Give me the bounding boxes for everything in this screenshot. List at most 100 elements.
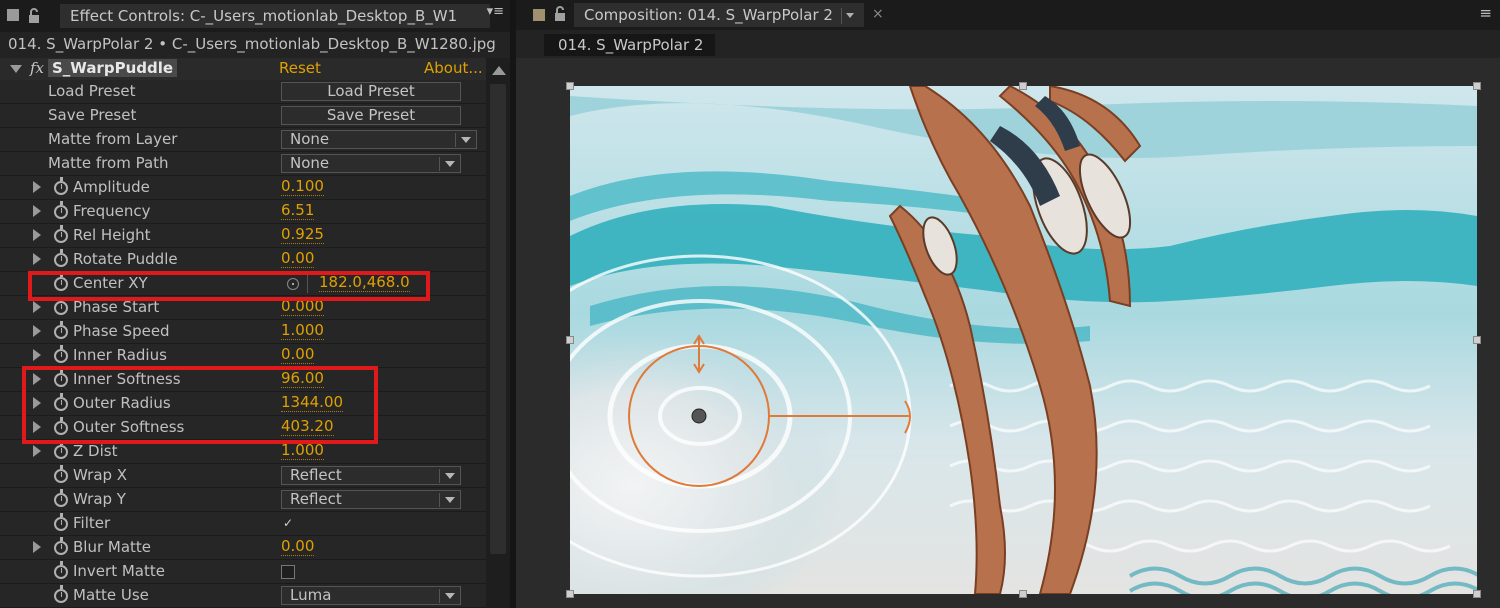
dropdown-value: None [290,154,330,172]
layer-handle-mid-right[interactable] [1473,336,1481,344]
source-layer-line: 014. S_WarpPolar 2 • C-_Users_motionlab_… [0,32,510,56]
row-frequency: Frequency 6.51 [0,200,486,224]
center-point-gizmo[interactable] [570,86,1477,594]
twirl-right-icon[interactable] [33,181,41,193]
composition-viewer[interactable] [516,58,1500,608]
stopwatch-icon[interactable] [54,297,68,315]
row-label: Wrap Y [73,490,126,508]
effect-name[interactable]: S_WarpPuddle [48,59,178,77]
twirl-right-icon[interactable] [33,349,41,361]
wrap-x-dropdown[interactable]: Reflect [281,466,461,485]
invert-matte-checkbox[interactable] [281,565,295,579]
layer-handle-bottom-left[interactable] [566,590,574,598]
matte-use-dropdown[interactable]: Luma [281,586,461,605]
twirl-down-icon[interactable] [10,65,22,73]
row-label: Frequency [73,202,151,220]
layer-handle-bottom-right[interactable] [1473,590,1481,598]
layer-handle-top-right[interactable] [1473,82,1481,90]
stopwatch-icon[interactable] [54,513,68,531]
filter-checkbox[interactable]: ✓ [281,517,295,531]
composition-icon [532,8,546,22]
layer-handle-top-center[interactable] [1019,82,1027,90]
inner-radius-value[interactable]: 0.00 [281,346,315,364]
row-matte-from-path: Matte from Path None [0,152,486,176]
layer-handle-bottom-center[interactable] [1019,590,1027,598]
row-label: Invert Matte [73,562,165,580]
panel-menu-icon[interactable]: ▾≡ [487,4,504,19]
about-link[interactable]: About... [424,59,483,77]
dropdown-value: Luma [290,586,332,604]
row-inner-radius: Inner Radius 0.00 [0,344,486,368]
matte-path-dropdown[interactable]: None [281,154,461,173]
stopwatch-icon[interactable] [54,537,68,555]
reset-link[interactable]: Reset [279,59,321,77]
twirl-right-icon[interactable] [33,541,41,553]
panel-close-icon[interactable] [6,8,20,22]
rotate-puddle-value[interactable]: 0.00 [281,250,315,268]
row-rel-height: Rel Height 0.925 [0,224,486,248]
amplitude-value[interactable]: 0.100 [281,178,324,196]
effect-header: fx S_WarpPuddle Reset About... [0,58,486,80]
fx-toggle-icon[interactable]: fx [30,59,44,77]
stopwatch-icon[interactable] [54,249,68,267]
chevron-down-icon [461,137,471,143]
lock-icon[interactable] [26,8,40,23]
twirl-right-icon[interactable] [33,325,41,337]
twirl-right-icon[interactable] [33,229,41,241]
highlight-radius-group [22,366,378,444]
chevron-down-icon [445,161,455,167]
row-label: Load Preset [48,82,136,100]
row-label: Matte from Path [48,154,169,172]
row-label: Matte from Layer [48,130,178,148]
twirl-right-icon[interactable] [33,205,41,217]
matte-layer-dropdown[interactable]: None [281,130,477,149]
panel-tab-strip: Effect Controls: C-_Users_motionlab_Desk… [0,0,510,32]
stopwatch-icon[interactable] [54,321,68,339]
row-matte-use: Matte Use Luma [0,584,486,608]
tab-effect-controls-label: Effect Controls: C-_Users_motionlab_Desk… [70,7,458,25]
row-label: Matte Use [73,586,149,604]
frequency-value[interactable]: 6.51 [281,202,315,220]
stopwatch-icon[interactable] [54,225,68,243]
wrap-y-dropdown[interactable]: Reflect [281,490,461,509]
composition-image[interactable] [570,86,1477,594]
panel-menu-icon[interactable]: ≡ [1479,4,1492,22]
chevron-down-icon[interactable] [841,8,859,24]
close-icon[interactable]: × [872,6,884,22]
phase-speed-value[interactable]: 1.000 [281,322,324,340]
layer-handle-mid-left[interactable] [566,336,574,344]
twirl-right-icon[interactable] [33,253,41,265]
row-label: Rel Height [73,226,151,244]
save-preset-button[interactable]: Save Preset [281,106,461,125]
twirl-right-icon[interactable] [33,301,41,313]
stopwatch-icon[interactable] [54,177,68,195]
lock-icon[interactable] [552,6,566,21]
dropdown-value: Reflect [290,466,342,484]
row-filter: Filter ✓ [0,512,486,536]
tab-effect-controls[interactable]: Effect Controls: C-_Users_motionlab_Desk… [60,4,490,28]
tab-composition[interactable]: Composition: 014. S_WarpPolar 2 [574,3,864,27]
layer-handle-top-left[interactable] [566,82,574,90]
z-dist-value[interactable]: 1.000 [281,442,324,460]
stopwatch-icon[interactable] [54,345,68,363]
stopwatch-icon[interactable] [54,441,68,459]
dropdown-value: None [290,130,330,148]
row-load-preset: Load Preset Load Preset [0,80,486,104]
row-label: Save Preset [48,106,137,124]
stopwatch-icon[interactable] [54,561,68,579]
load-preset-button[interactable]: Load Preset [281,82,461,101]
stopwatch-icon[interactable] [54,465,68,483]
chevron-down-icon [445,593,455,599]
blur-matte-value[interactable]: 0.00 [281,538,315,556]
twirl-right-icon[interactable] [33,445,41,457]
rel-height-value[interactable]: 0.925 [281,226,324,244]
scroll-up-icon[interactable] [492,66,506,75]
stopwatch-icon[interactable] [54,201,68,219]
row-label: Wrap X [73,466,128,484]
scrollbar[interactable] [486,58,510,608]
stopwatch-icon[interactable] [54,585,68,603]
row-label: Amplitude [73,178,150,196]
stopwatch-icon[interactable] [54,489,68,507]
composition-subtab[interactable]: 014. S_WarpPolar 2 [544,34,716,56]
scroll-thumb[interactable] [490,84,506,554]
